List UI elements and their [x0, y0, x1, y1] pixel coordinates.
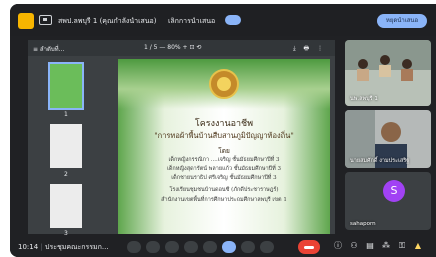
presenting-active-button[interactable] — [222, 241, 236, 253]
camera-button[interactable] — [146, 241, 160, 253]
slide-title: "การทอผ้าพื้นบ้านสืบสานภูมิปัญญาท้องถิ่น… — [154, 131, 294, 140]
meeting-clock: 10:14 | ประชุมคณะกรรมก... — [18, 243, 109, 251]
thumbnail-number: 1 — [64, 111, 68, 118]
app-logo-icon — [18, 13, 34, 29]
participant-avatar: S — [383, 180, 405, 202]
bottom-bar: 10:14 | ประชุมคณะกรรมก... ⓘ ⚇ ▤ ⁂ ⚿ ▲ — [10, 237, 436, 257]
presenting-status: เลิกการนำเสนอ — [168, 17, 216, 25]
slide-student-1: เด็กหญิงกรรณิกา ....เจริญ ชั้นมัธยมศึกษา… — [168, 157, 280, 163]
mic-button[interactable] — [127, 241, 141, 253]
meeting-title: สพป.ลพบุรี 1 (คุณกำลังนำเสนอ) — [58, 17, 157, 25]
presentation-area: ≡ ลำดับที่... 1 / 5 — 80% + ⊡ ⟲ ⤓ 🖶 ⋮ 1 … — [28, 40, 335, 237]
thumbnail-panel: 1 2 3 — [28, 56, 110, 237]
present-button[interactable] — [203, 241, 217, 253]
slide-student-3: เด็กชายนราธิป ศรีเจริญ ชั้นมัธยมศึกษาปีท… — [171, 175, 277, 181]
top-bar: สพป.ลพบุรี 1 (คุณกำลังนำเสนอ) เลิกการนำเ… — [10, 4, 436, 36]
slide-page: โครงงานอาชีพ "การทอผ้าพื้นบ้านสืบสานภูมิ… — [118, 59, 330, 234]
participant-tile[interactable]: นพ.ลพบุรี 1 — [345, 40, 431, 106]
emoji-button[interactable] — [184, 241, 198, 253]
thumbnail-page-2[interactable] — [50, 124, 82, 168]
pdf-page-zoom-controls[interactable]: 1 / 5 — 80% + ⊡ ⟲ — [144, 44, 201, 51]
thumbnail-number: 3 — [64, 230, 68, 237]
meeting-name: ประชุมคณะกรรมก... — [45, 243, 109, 251]
pdf-toolbar: ≡ ลำดับที่... 1 / 5 — 80% + ⊡ ⟲ ⤓ 🖶 ⋮ — [28, 40, 335, 56]
slide-school: โรงเรียนชุมชนบ้านดอนซี (ภักดีประชาราษฎร์… — [169, 187, 279, 193]
time: 10:14 — [18, 243, 39, 251]
thumbnail-page-1[interactable] — [48, 62, 84, 110]
participant-name: sahaporn — [350, 221, 376, 227]
slide-by-label: โดย — [218, 147, 230, 155]
thumbnail-number: 2 — [64, 171, 68, 178]
more-options-button[interactable] — [260, 241, 274, 253]
stop-presenting-button[interactable]: หยุดนำเสนอ — [377, 14, 427, 28]
slide-student-2: เด็กหญิงสุดารัตน์ พลายแก้ว ชั้นมัธยมศึกษ… — [166, 166, 282, 172]
pdf-action-icons[interactable]: ⤓ 🖶 ⋮ — [293, 44, 326, 54]
participant-name: นพ.ลพบุรี 1 — [350, 96, 378, 102]
lock-icon[interactable]: ▲ — [413, 241, 423, 251]
slide-office: สำนักงานเขตพื้นที่การศึกษาประถมศึกษาลพบุ… — [161, 197, 287, 203]
presenting-icon — [39, 15, 52, 25]
pdf-menu-label[interactable]: ≡ ลำดับที่... — [33, 44, 64, 54]
captions-button[interactable] — [165, 241, 179, 253]
people-icon[interactable]: ⚇ — [349, 241, 359, 251]
participant-tile[interactable]: S sahaporn — [345, 172, 431, 230]
thumbnail-page-3[interactable] — [50, 184, 82, 228]
info-icon[interactable]: ⓘ — [333, 241, 343, 251]
slide-project-label: โครงงานอาชีพ — [194, 119, 254, 129]
raise-hand-button[interactable] — [241, 241, 255, 253]
school-emblem-icon — [209, 69, 239, 99]
chat-icon[interactable]: ▤ — [365, 241, 375, 251]
end-call-button[interactable] — [298, 240, 320, 254]
meet-window: สพป.ลพบุรี 1 (คุณกำลังนำเสนอ) เลิกการนำเ… — [10, 4, 436, 257]
participant-name: นายสมศักดิ์ งามประเสริฐ — [350, 158, 410, 164]
participant-tile[interactable]: นายสมศักดิ์ งามประเสริฐ — [345, 110, 431, 168]
toggle-switch[interactable] — [225, 15, 241, 25]
host-controls-icon[interactable]: ⚿ — [397, 241, 407, 251]
activities-icon[interactable]: ⁂ — [381, 241, 391, 251]
